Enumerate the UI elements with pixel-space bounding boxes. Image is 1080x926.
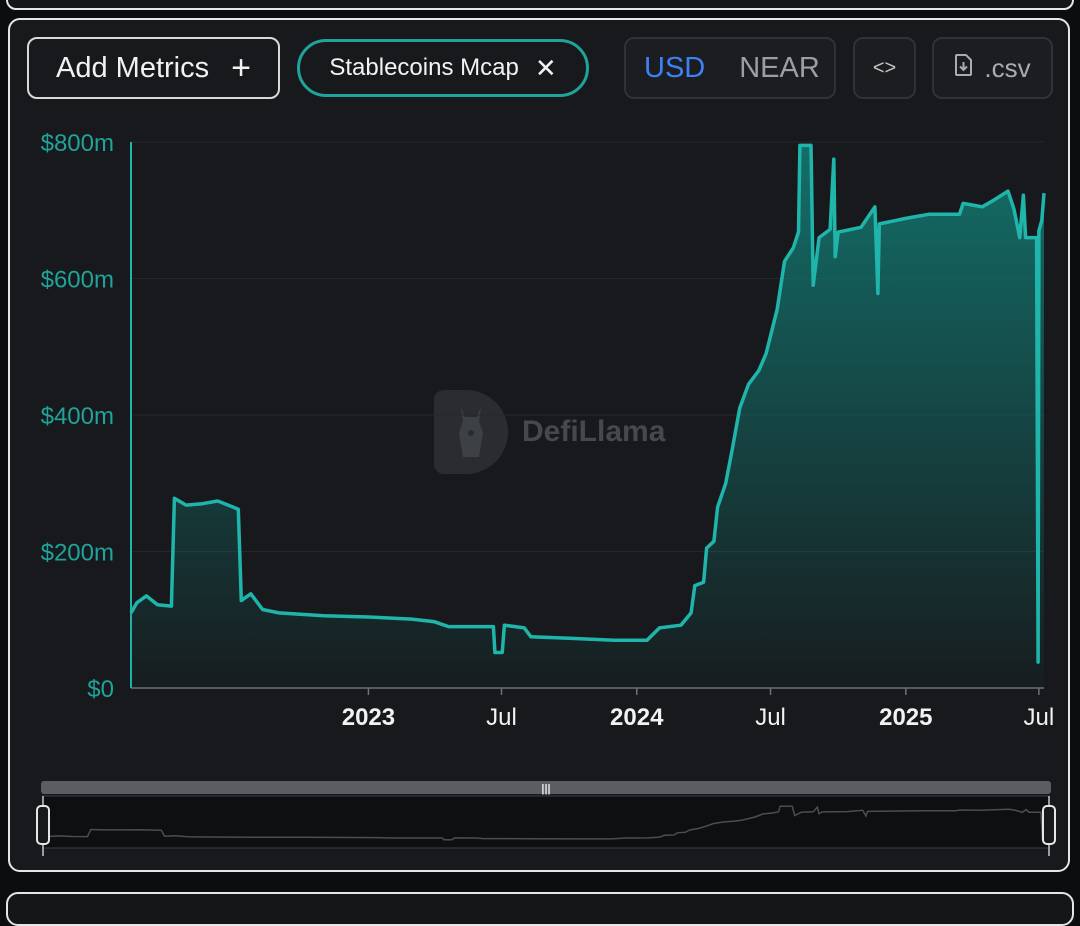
x-tick-label: Jul	[1024, 704, 1055, 731]
brush-handle-right[interactable]	[1042, 805, 1056, 845]
x-tick-label: Jul	[755, 704, 786, 731]
zoom-brush-window[interactable]	[42, 795, 1050, 849]
y-tick-label: $600m	[41, 267, 114, 294]
x-tick-label: 2025	[879, 704, 932, 731]
x-tick-label: Jul	[486, 704, 517, 731]
x-tick-label: 2024	[610, 704, 664, 731]
y-tick-label: $200m	[41, 540, 114, 567]
next-card	[6, 892, 1074, 926]
stablecoins-mcap-chart: $0 $200m $400m $600m $800m 2023 Jul 2024 Jul 202…	[36, 130, 1056, 856]
y-tick-label: $0	[87, 676, 114, 703]
brush-handle-left[interactable]	[36, 805, 50, 845]
y-tick-label: $800m	[41, 130, 114, 157]
x-tick-label: 2023	[342, 704, 395, 731]
scrollbar-grip-icon: |||	[541, 783, 550, 795]
series-area-fill	[131, 145, 1044, 688]
y-tick-label: $400m	[41, 403, 114, 430]
